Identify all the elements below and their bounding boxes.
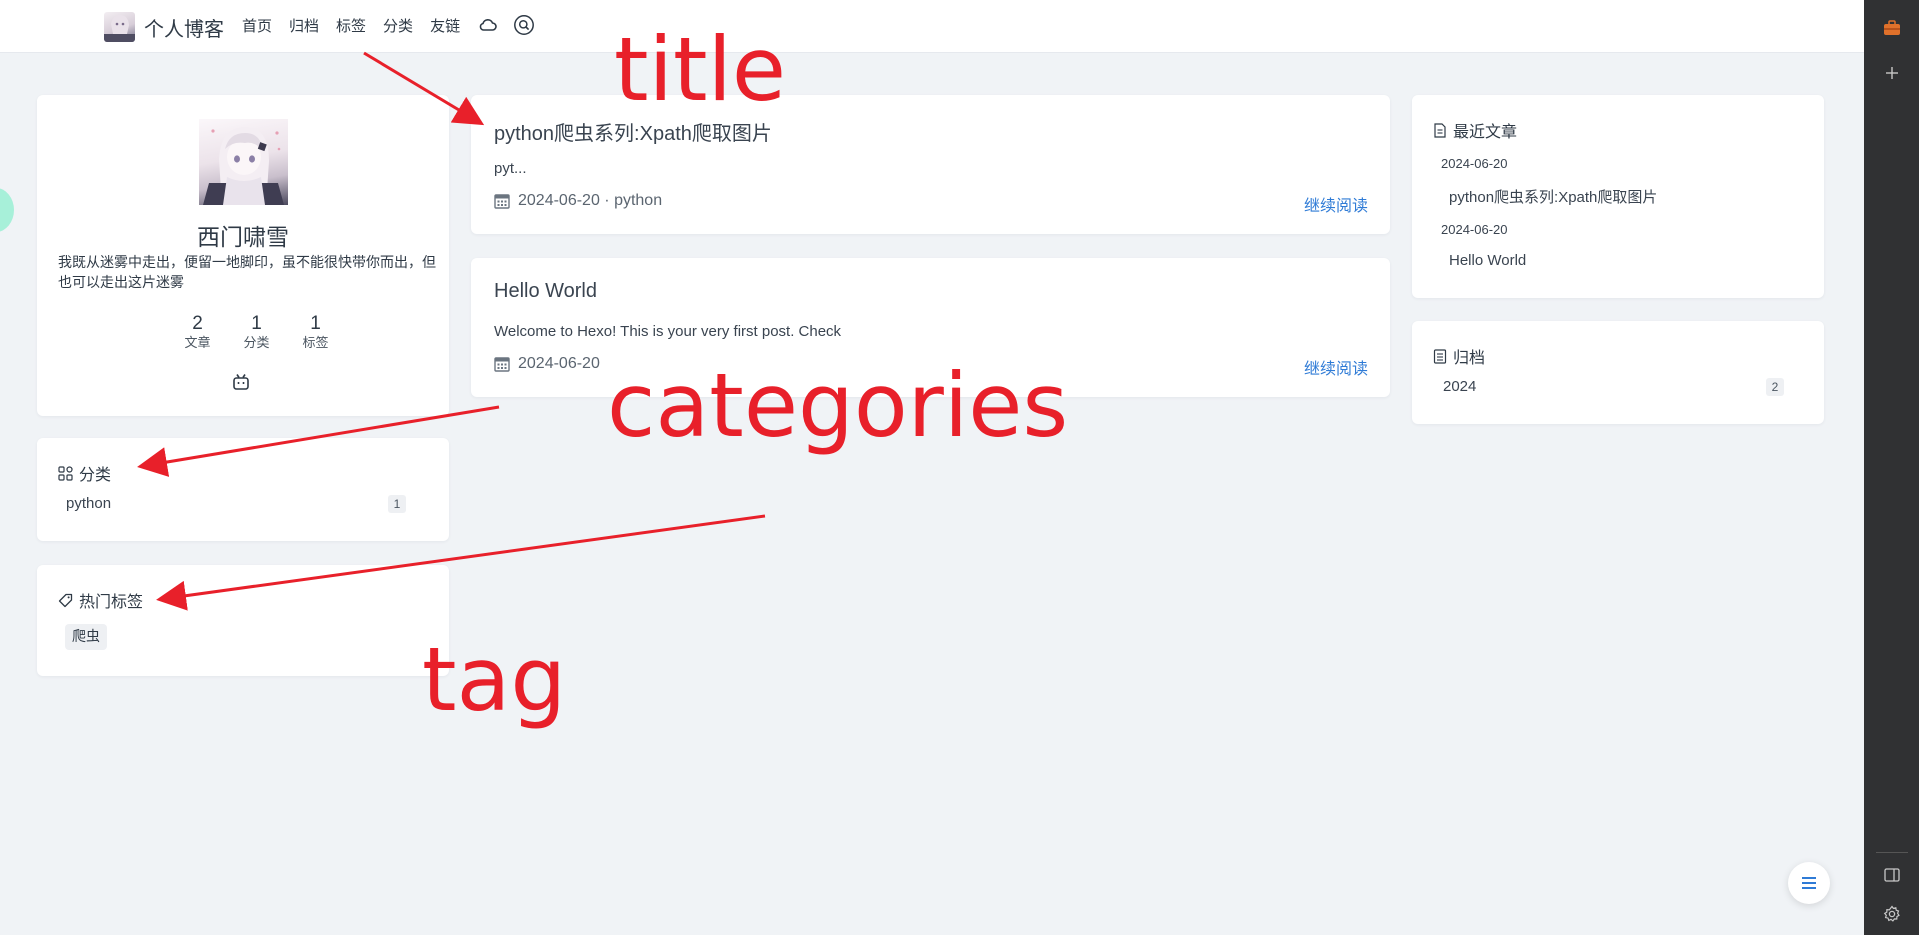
stat-categories-label: 分类 (243, 336, 270, 351)
post-meta-text: 2024-06-20 · python (518, 192, 663, 209)
post-title[interactable]: python爬虫系列:Xpath爬取图片 (494, 117, 772, 146)
categories-widget: 分类 python 1 (37, 438, 449, 541)
read-more-link[interactable]: 继续阅读 (1304, 355, 1368, 379)
cloud-icon[interactable] (477, 14, 499, 36)
dock-divider (1876, 852, 1908, 853)
post-meta: 2024-06-20 (494, 355, 600, 373)
sidebar-toggle-icon[interactable] (1881, 864, 1903, 886)
stat-categories-value: 1 (251, 313, 262, 334)
recent-post-date: 2024-06-20 (1441, 222, 1508, 237)
stat-posts-label: 文章 (184, 336, 211, 351)
post-excerpt: Welcome to Hexo! This is your very first… (494, 323, 842, 340)
recent-posts-widget-header: 最近文章 (1433, 118, 1517, 142)
read-more-link[interactable]: 继续阅读 (1304, 192, 1368, 216)
annotation-title-label: title (614, 18, 787, 121)
toc-menu-button[interactable] (1788, 862, 1830, 904)
post-meta: 2024-06-20 · python (494, 192, 662, 210)
archive-count-badge: 2 (1766, 378, 1784, 396)
post-title[interactable]: Hello World (494, 280, 597, 303)
site-logo (104, 12, 135, 42)
settings-gear-icon[interactable] (1881, 903, 1903, 925)
post-meta-text: 2024-06-20 (518, 355, 600, 372)
archive-widget-header: 归档 (1433, 344, 1485, 368)
nav-item-archive[interactable]: 归档 (289, 15, 319, 36)
archive-widget: 归档 2024 2 (1412, 321, 1824, 424)
floating-bubble[interactable] (0, 188, 14, 232)
hot-tags-widget-title: 热门标签 (79, 592, 144, 611)
hot-tags-widget: 热门标签 爬虫 (37, 565, 449, 676)
calendar-icon (494, 357, 510, 372)
site-brand[interactable]: 个人博客 (104, 12, 224, 42)
stat-tags[interactable]: 1 标签 (286, 313, 345, 353)
author-avatar[interactable] (199, 119, 288, 205)
annotation-tag-label: tag (422, 628, 567, 731)
hot-tags-widget-header: 热门标签 (58, 588, 143, 612)
add-icon[interactable] (1881, 62, 1903, 84)
top-navbar: 个人博客 首页 归档 标签 分类 友链 (0, 0, 1864, 53)
document-icon (1434, 122, 1446, 138)
calendar-icon (494, 194, 510, 209)
bilibili-icon[interactable] (231, 372, 251, 392)
post-excerpt: pyt... (494, 160, 527, 177)
tag-chip[interactable]: 爬虫 (65, 624, 107, 650)
recent-posts-widget: 最近文章 2024-06-20 python爬虫系列:Xpath爬取图片 202… (1412, 95, 1824, 298)
stat-tags-label: 标签 (302, 336, 329, 351)
right-dock (1864, 0, 1919, 935)
categories-widget-title: 分类 (79, 465, 112, 484)
stat-posts-value: 2 (192, 313, 203, 334)
tag-icon (58, 593, 73, 607)
nav-item-categories[interactable]: 分类 (383, 15, 413, 36)
stat-tags-value: 1 (310, 313, 321, 334)
site-title[interactable]: 个人博客 (144, 13, 224, 42)
category-count-badge: 1 (388, 495, 406, 513)
categories-grid-icon (58, 465, 73, 481)
category-item-python[interactable]: python (66, 495, 111, 512)
stat-categories[interactable]: 1 分类 (227, 313, 286, 353)
categories-widget-header: 分类 (58, 461, 111, 485)
nav-item-links[interactable]: 友链 (430, 15, 460, 36)
search-icon[interactable] (513, 14, 535, 36)
recent-post-date: 2024-06-20 (1441, 156, 1508, 171)
archive-year[interactable]: 2024 (1443, 378, 1476, 395)
archive-list-icon (1433, 348, 1447, 364)
author-stats: 2 文章 1 分类 1 标签 (168, 313, 345, 353)
author-bio: 我既从迷雾中走出，便留一地脚印，虽不能很快带你而出，但也可以走出这片迷雾 (58, 255, 436, 291)
recent-posts-widget-title: 最近文章 (1453, 122, 1518, 141)
menu-lines-icon (1802, 877, 1816, 889)
recent-post-title[interactable]: python爬虫系列:Xpath爬取图片 (1449, 186, 1657, 207)
profile-card: 西门啸雪 我既从迷雾中走出，便留一地脚印，虽不能很快带你而出，但也可以走出这片迷… (37, 95, 449, 416)
post-card: python爬虫系列:Xpath爬取图片 pyt... 2024-06-20 ·… (471, 95, 1390, 234)
annotation-categories-label: categories (607, 354, 1069, 457)
nav-item-tags[interactable]: 标签 (336, 15, 366, 36)
toolbox-icon[interactable] (1881, 17, 1903, 39)
stat-posts[interactable]: 2 文章 (168, 313, 227, 353)
archive-widget-title: 归档 (1453, 348, 1486, 367)
author-name: 西门啸雪 (197, 225, 289, 251)
nav-item-home[interactable]: 首页 (242, 15, 272, 36)
nav-menu: 首页 归档 标签 分类 友链 (242, 14, 549, 36)
recent-post-title[interactable]: Hello World (1449, 252, 1526, 269)
